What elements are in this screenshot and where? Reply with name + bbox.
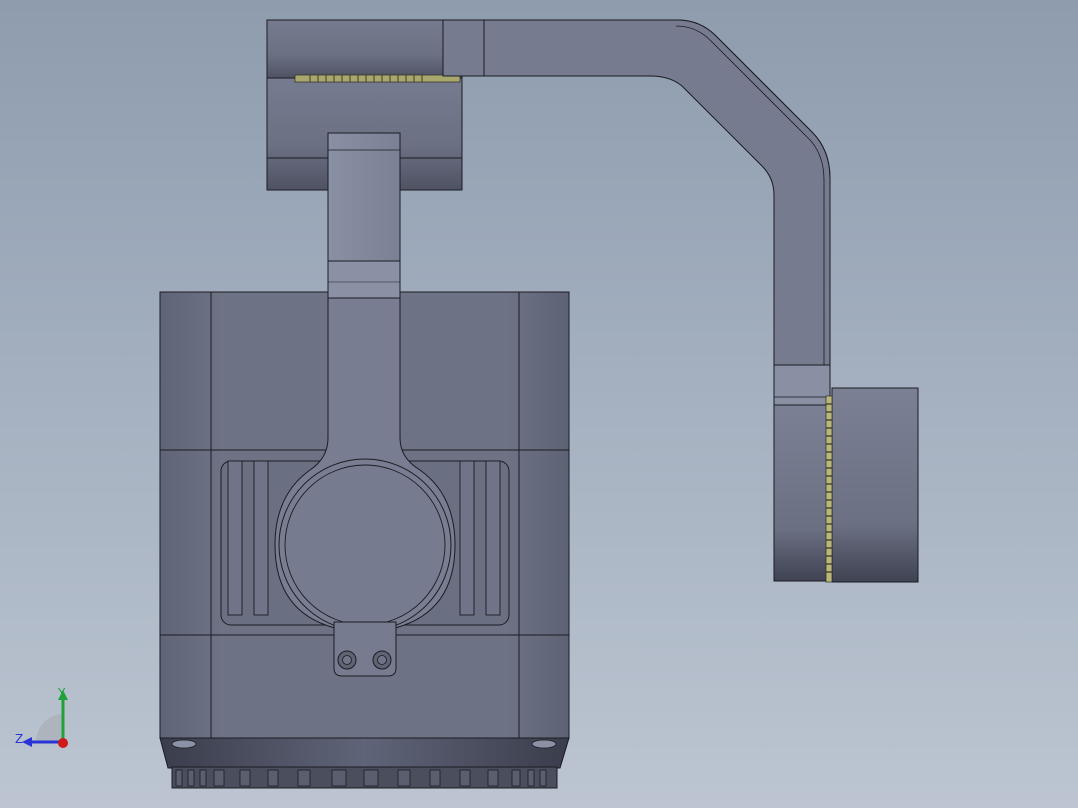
gimbal-3d-model[interactable] xyxy=(0,0,1078,808)
roll-motor[interactable] xyxy=(773,387,919,583)
x-axis-dot xyxy=(58,738,68,748)
graphics-viewport[interactable]: Y Z xyxy=(0,0,1078,808)
orientation-triad: Y Z xyxy=(15,686,68,748)
z-axis-label: Z xyxy=(15,732,23,746)
lens-base-ring[interactable] xyxy=(159,737,570,789)
y-axis-label: Y xyxy=(57,686,66,700)
